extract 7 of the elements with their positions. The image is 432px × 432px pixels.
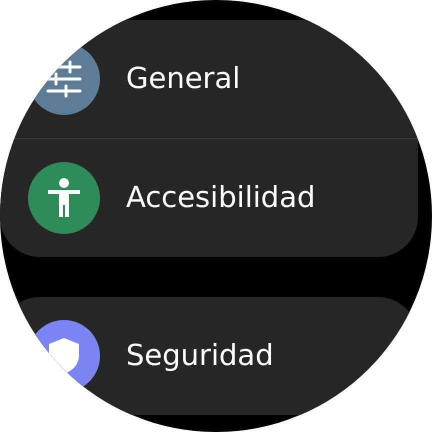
item-label: Seguridad [126, 337, 274, 374]
item-label: General [126, 60, 240, 98]
settings-item[interactable]: Seguridad [0, 297, 418, 415]
sliders-icon [44, 59, 84, 99]
settings-item[interactable]: Accesibilidad [0, 139, 418, 257]
settings-item[interactable]: General [0, 20, 418, 138]
item-label: Accesibilidad [126, 179, 316, 216]
